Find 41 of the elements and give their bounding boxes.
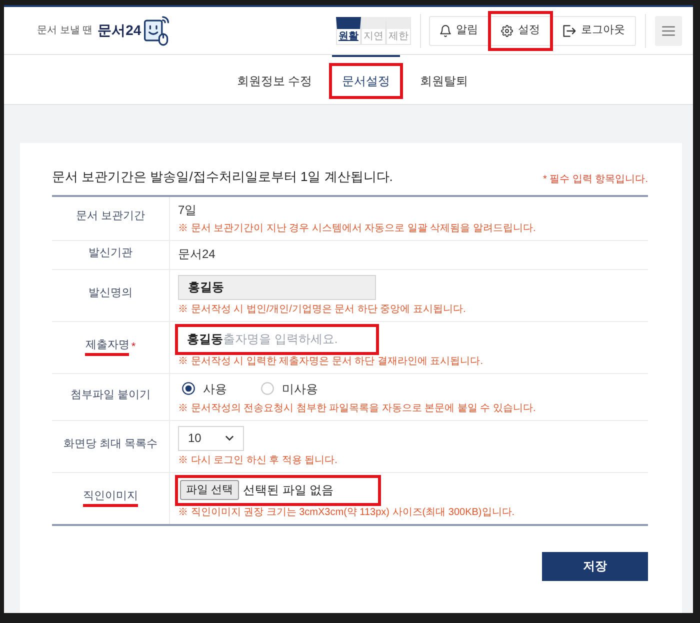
alerts-button[interactable]: 알림 (430, 16, 488, 44)
field-label: 발신기관 (88, 246, 132, 260)
logout-icon (563, 24, 576, 36)
help-text: ※ 문서작성 시 법인/개인/기업명은 문서 하단 중앙에 표시됩니다. (178, 302, 466, 316)
help-text: ※ 직인이미지 권장 크기는 3cmX3cm(약 113px) 사이즈(최대 300KB)입니다. (178, 506, 515, 518)
field-label: 발신명의 (88, 286, 132, 301)
settings-icon (501, 24, 513, 36)
radio-option[interactable]: 사용 (182, 380, 227, 398)
radio-option[interactable]: 미사용 (261, 380, 318, 398)
text-field[interactable]: 홍길동 (178, 274, 376, 300)
tab[interactable]: 회원탈퇴 (410, 66, 478, 96)
bell-icon (440, 24, 451, 36)
field-value: 문서24 (178, 246, 216, 263)
choose-file-button[interactable]: 파일 선택 (180, 480, 240, 500)
chevron-down-icon (225, 435, 234, 441)
help-text: ※ 문서작성 시 입력한 제출자명은 문서 하단 결재라인에 표시됩니다. (178, 354, 484, 368)
field-label: 직인이미지 (83, 489, 138, 507)
logo-text: 문서24 (98, 21, 142, 40)
save-button[interactable]: 저장 (542, 552, 648, 580)
select-dropdown[interactable]: 10 (178, 426, 244, 450)
tab[interactable]: 문서설정 (332, 66, 400, 96)
tab[interactable]: 회원정보 수정 (226, 66, 322, 96)
status-cell: 지연 (361, 16, 386, 44)
help-text: ※ 문서작성의 전송요청시 첨부한 파일목록을 자동으로 본문에 붙일 수 있습니다. (178, 402, 536, 414)
field-label: 첨부파일 붙이기 (70, 388, 151, 402)
section-title: 문서 보관기간은 발송일/접수처리일로부터 1일 계산됩니다. (52, 168, 393, 186)
help-text: ※ 다시 로그인 하신 후 적용 됩니다. (178, 454, 338, 466)
menu-button[interactable] (655, 16, 682, 46)
file-status-text: 선택된 파일 없음 (243, 482, 334, 499)
logout-button[interactable]: 로그아웃 (553, 16, 635, 44)
field-label: 화면당 최대 목록수 (63, 437, 158, 452)
settings-button[interactable]: 설정 (491, 16, 550, 44)
smiling-document-icon (143, 15, 170, 46)
required-mark: * (131, 340, 136, 355)
help-text: ※ 문서 보관기간이 지난 경우 시스템에서 자동으로 일괄 삭제됨을 알려드립니다. (178, 222, 536, 234)
field-label: 제출자명 (85, 338, 130, 356)
required-notice: * 필수 입력 항목입니다. (542, 172, 648, 186)
field-value: 7일 (178, 202, 197, 218)
field-label: 문서 보관기간 (76, 209, 146, 224)
logo-tagline: 문서 보낼 땐 (37, 24, 93, 38)
menu-icon (662, 26, 675, 36)
